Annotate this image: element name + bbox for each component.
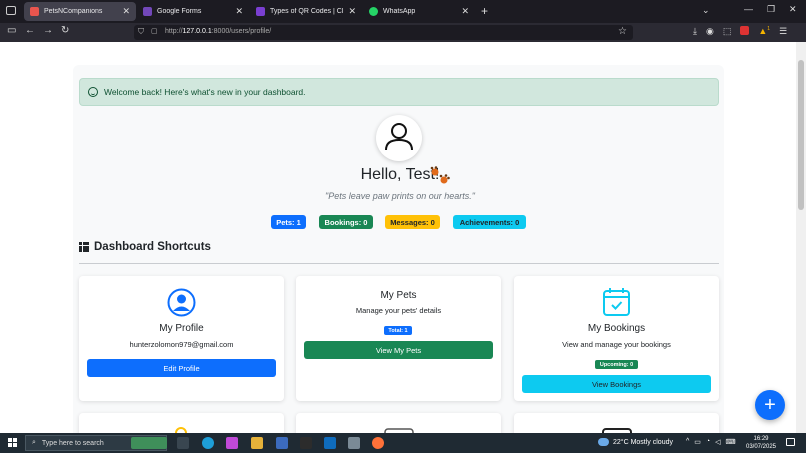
- profile-email: hunterzolomon979@gmail.com: [129, 340, 234, 349]
- network-icon[interactable]: ◔: [706, 438, 710, 446]
- reload-icon[interactable]: ↻: [61, 25, 69, 36]
- calendar-check-icon: [603, 288, 630, 316]
- quote-text: "Pets leave paw prints on our hearts.": [325, 191, 475, 201]
- user-circle-icon: [167, 288, 196, 317]
- cloudy-weather-icon: [598, 438, 609, 446]
- extension-badge-icon[interactable]: ▲1: [758, 26, 770, 37]
- page-viewport: Welcome back! Here's what's new in your …: [0, 42, 796, 433]
- view-bookings-button[interactable]: View Bookings: [522, 375, 711, 393]
- close-window-icon[interactable]: ✕: [789, 4, 797, 15]
- file-explorer-icon[interactable]: [251, 437, 263, 449]
- page-info-icon[interactable]: ▢: [151, 27, 158, 35]
- total-pets-badge: Total: 1: [384, 326, 412, 335]
- close-tab-icon[interactable]: ✕: [122, 6, 130, 17]
- smile-icon: [88, 87, 98, 97]
- trophy-icon: [175, 427, 187, 433]
- section-divider: [79, 263, 719, 264]
- greeting-heading: Hello, Test!: [360, 166, 440, 183]
- language-icon[interactable]: ⌨: [726, 438, 736, 446]
- shortcuts-heading: Dashboard Shortcuts: [79, 241, 211, 253]
- browser-toolbar: ▭ ← → ↻ ⛉ ▢ http://127.0.0.1:8000/users/…: [0, 23, 806, 42]
- close-tab-icon[interactable]: ✕: [348, 6, 356, 17]
- extensions-icon[interactable]: ⬚: [723, 26, 732, 37]
- extension-red-icon[interactable]: [740, 26, 750, 35]
- address-bar[interactable]: ⛉ ▢ http://127.0.0.1:8000/users/profile/…: [134, 25, 633, 40]
- tab-google-forms[interactable]: Google Forms ✕: [137, 2, 249, 21]
- achievements-count-badge: Achievements: 0: [453, 215, 526, 229]
- qr-favicon-icon: [256, 7, 265, 16]
- forward-icon[interactable]: →: [43, 25, 53, 36]
- downloads-icon[interactable]: ⤓: [693, 26, 697, 37]
- sidebar-toggle-icon[interactable]: ▭: [7, 25, 16, 36]
- bookings-card-subtitle: View and manage your bookings: [562, 340, 671, 349]
- taskbar-search-placeholder: Type here to search: [41, 439, 104, 447]
- window-menu-icon[interactable]: [6, 6, 16, 15]
- welcome-alert: Welcome back! Here's what's new in your …: [79, 78, 719, 106]
- edge-icon[interactable]: [202, 437, 214, 449]
- battery-icon[interactable]: ▭: [694, 438, 701, 446]
- restore-icon[interactable]: ❐: [767, 4, 775, 15]
- back-icon[interactable]: ←: [25, 25, 35, 36]
- search-icon: ⌕: [32, 439, 36, 446]
- google-forms-favicon-icon: [143, 7, 152, 16]
- shortcut-card-row2-3: [514, 413, 719, 433]
- outlook-icon[interactable]: [324, 437, 336, 449]
- person-icon: [385, 123, 413, 151]
- messages-count-badge: Messages: 0: [385, 215, 440, 229]
- tab-petsncompanions[interactable]: PetsNCompanions ✕: [24, 2, 136, 21]
- scrollbar-thumb[interactable]: [798, 60, 804, 210]
- close-tab-icon[interactable]: ✕: [461, 6, 469, 17]
- bookmark-star-icon[interactable]: ☆: [618, 26, 627, 37]
- weather-widget[interactable]: 22°C Mostly cloudy: [598, 438, 673, 446]
- alert-text: Welcome back! Here's what's new in your …: [104, 87, 306, 97]
- tab-types-of-qr-codes[interactable]: Types of QR Codes | Choose di ✕: [250, 2, 362, 21]
- shortcut-card-row2-1: [79, 413, 284, 433]
- account-icon[interactable]: ◉: [706, 26, 714, 37]
- app-menu-icon[interactable]: ☰: [779, 26, 787, 37]
- pets-shortcut-card: My Pets Manage your pets' details Total:…: [296, 276, 501, 401]
- taskbar-clock[interactable]: 16:29 03/07/2025: [742, 435, 780, 451]
- view-my-pets-button[interactable]: View My Pets: [304, 341, 493, 359]
- list-all-tabs-icon[interactable]: ⌄: [702, 5, 710, 16]
- pets-card-title: My Pets: [380, 290, 417, 301]
- toolbar-icons: ⤓ ◉ ⬚ ▲1 ☰: [693, 26, 787, 37]
- system-tray: ^ ▭ ◔ ◁ ⌨: [686, 438, 736, 446]
- grid-icon: [79, 242, 89, 252]
- tracking-protection-icon[interactable]: ⛉: [138, 27, 144, 37]
- floating-add-button[interactable]: +: [755, 390, 785, 420]
- pets-count-badge: Pets: 1: [271, 215, 306, 229]
- notifications-icon[interactable]: [786, 438, 795, 446]
- url-text: http://127.0.0.1:8000/users/profile/: [165, 28, 272, 35]
- app-icon[interactable]: [348, 437, 360, 449]
- tab-whatsapp[interactable]: WhatsApp ✕: [363, 2, 475, 21]
- upcoming-bookings-badge: Upcoming: 0: [595, 360, 638, 369]
- close-tab-icon[interactable]: ✕: [235, 6, 243, 17]
- user-avatar: [376, 115, 422, 161]
- tray-chevron-icon[interactable]: ^: [686, 438, 689, 446]
- bookings-shortcut-card: My Bookings View and manage your booking…: [514, 276, 719, 401]
- volume-icon[interactable]: ◁: [715, 438, 720, 446]
- edit-profile-button[interactable]: Edit Profile: [87, 359, 276, 377]
- pets-card-subtitle: Manage your pets' details: [355, 306, 442, 315]
- shortcut-card-row2-2: [296, 413, 501, 433]
- paw-favicon-icon: [30, 7, 39, 16]
- task-view-icon[interactable]: [177, 437, 189, 449]
- profile-shortcut-card: My Profile hunterzolomon979@gmail.com Ed…: [79, 276, 284, 401]
- terminal-icon[interactable]: [300, 437, 312, 449]
- store-icon[interactable]: [276, 437, 288, 449]
- page-scrollbar[interactable]: [796, 42, 806, 433]
- copilot-icon[interactable]: [226, 437, 238, 449]
- new-tab-button[interactable]: +: [481, 4, 488, 18]
- windows-start-icon[interactable]: [8, 438, 17, 447]
- bookings-count-badge: Bookings: 0: [319, 215, 373, 229]
- whatsapp-favicon-icon: [369, 7, 378, 16]
- bookings-card-title: My Bookings: [587, 323, 646, 334]
- minimize-icon[interactable]: —: [744, 4, 753, 14]
- search-highlight-icon[interactable]: [131, 437, 167, 449]
- firefox-icon[interactable]: [372, 437, 384, 449]
- profile-card-title: My Profile: [159, 323, 204, 334]
- windows-taskbar: ⌕ Type here to search 22°C Mostly cloudy…: [0, 433, 806, 453]
- paw-prints-icon: [430, 166, 450, 184]
- browser-tab-bar: PetsNCompanions ✕ Google Forms ✕ Types o…: [0, 0, 806, 23]
